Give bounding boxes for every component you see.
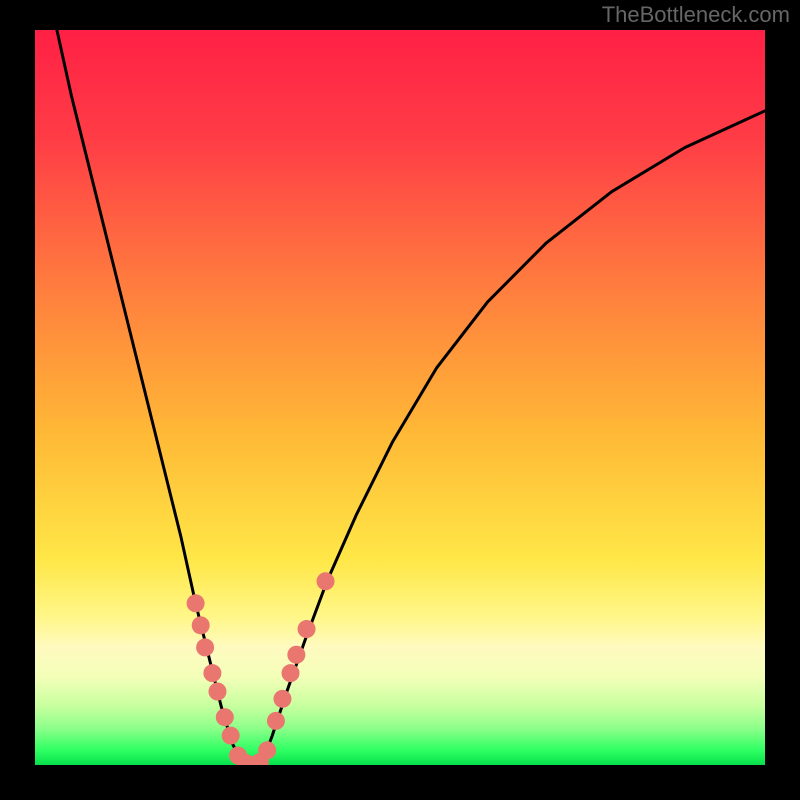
data-point: [282, 664, 300, 682]
data-point: [287, 646, 305, 664]
chart-svg: [35, 30, 765, 765]
bottleneck-curve: [57, 30, 765, 765]
chart-frame: TheBottleneck.com: [0, 0, 800, 800]
data-point: [209, 683, 227, 701]
data-point: [273, 690, 291, 708]
data-point: [222, 727, 240, 745]
watermark-text: TheBottleneck.com: [602, 2, 790, 28]
data-point: [258, 741, 276, 759]
points-layer: [187, 572, 335, 765]
data-point: [216, 708, 234, 726]
plot-area: [35, 30, 765, 765]
data-point: [203, 664, 221, 682]
data-point: [317, 572, 335, 590]
data-point: [187, 594, 205, 612]
data-point: [267, 712, 285, 730]
data-point: [298, 620, 316, 638]
data-point: [192, 616, 210, 634]
data-point: [196, 638, 214, 656]
curve-layer: [57, 30, 765, 765]
